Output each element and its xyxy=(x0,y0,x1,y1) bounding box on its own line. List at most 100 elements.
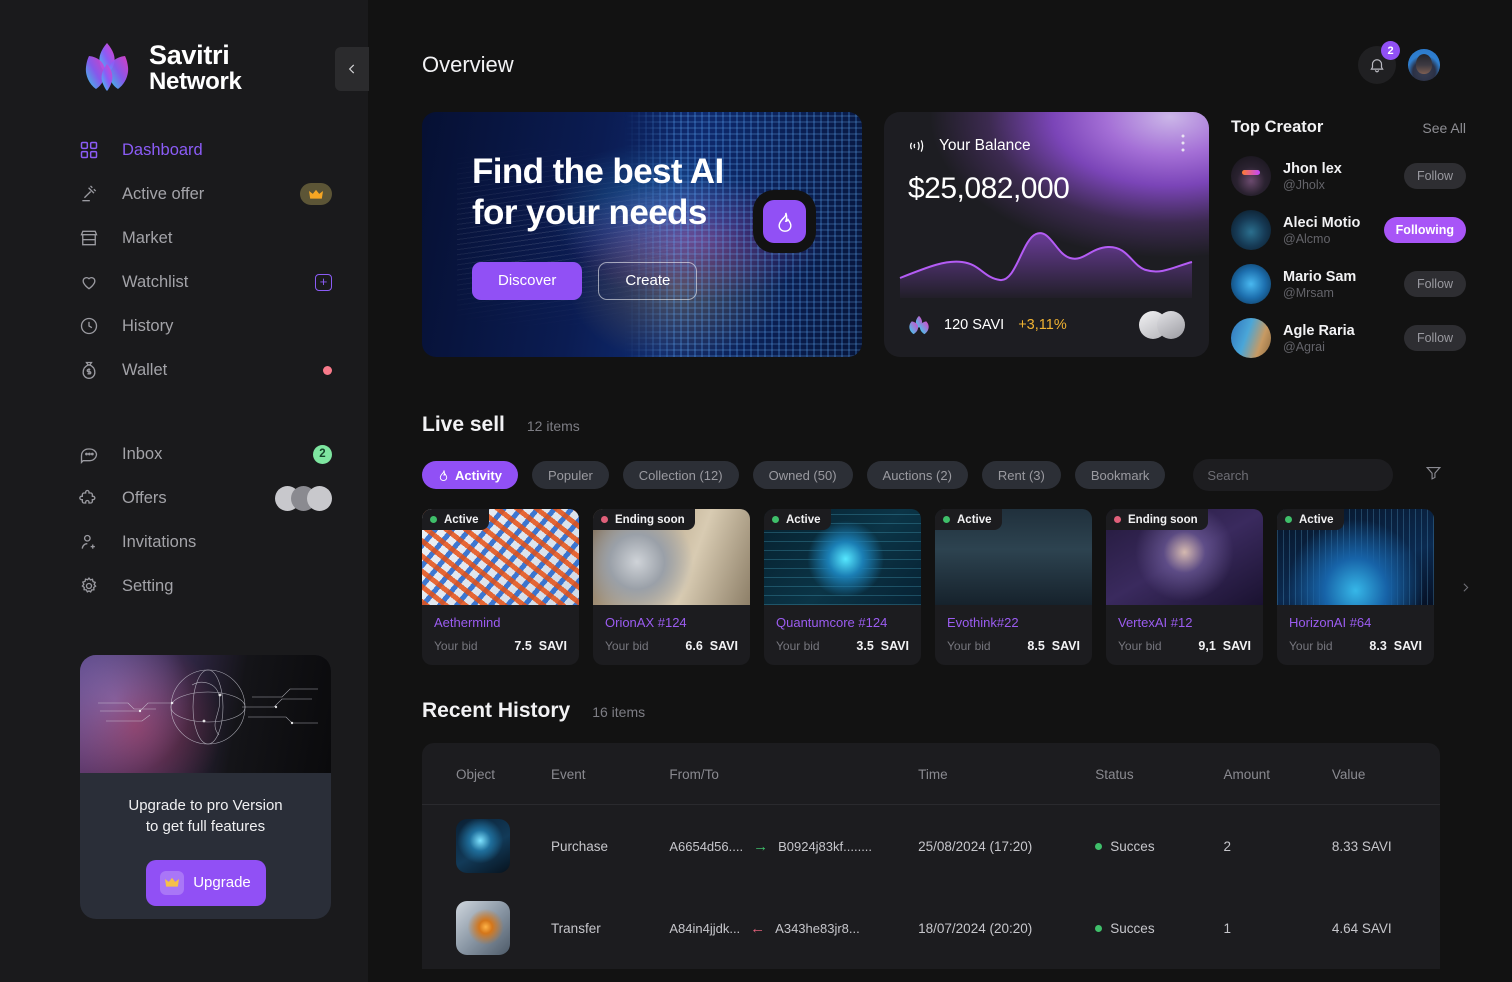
status-dot xyxy=(430,516,437,523)
creator-name: Jhon lex xyxy=(1283,160,1342,177)
status-dot xyxy=(1285,516,1292,523)
nft-thumbnail: Ending soon xyxy=(593,509,750,605)
nft-card[interactable]: Active HorizonAI #64 Your bid 8.3 SAVI xyxy=(1277,509,1434,665)
arrow-left-icon: ← xyxy=(750,919,766,937)
table-row[interactable]: Purchase A6654d56.... → B0924j83kf......… xyxy=(422,805,1440,888)
nft-card[interactable]: Ending soon OrionAX #124 Your bid 6.6 SA… xyxy=(593,509,750,665)
balance-label-group: Your Balance xyxy=(908,137,1031,155)
wallet-alert-dot xyxy=(323,365,332,375)
sidebar-item-offers[interactable]: Offers xyxy=(0,476,368,520)
sidebar-item-market[interactable]: Market xyxy=(0,216,368,260)
row-time: 25/08/2024 (17:20) xyxy=(918,838,1033,854)
column-header-object: Object xyxy=(422,743,551,805)
follow-button[interactable]: Follow xyxy=(1404,271,1466,297)
brand-logo[interactable]: Savitri Network xyxy=(0,0,368,96)
creator-row[interactable]: Agle Raria @Agrai Follow xyxy=(1231,317,1466,359)
sidebar-nav-primary: Dashboard Active offer Market Watchlist … xyxy=(0,128,368,608)
creator-meta: Mario Sam @Mrsam xyxy=(1283,268,1404,300)
status-badge: Active xyxy=(422,509,489,530)
creator-avatar xyxy=(1231,156,1271,196)
bell-icon xyxy=(1370,59,1384,73)
nft-thumbnail: Ending soon xyxy=(1106,509,1263,605)
creator-handle: @Agrai xyxy=(1283,340,1325,355)
sidebar-item-wallet[interactable]: Wallet xyxy=(0,348,368,392)
user-avatar[interactable] xyxy=(1408,49,1440,81)
status-dot xyxy=(1095,924,1103,932)
sidebar-collapse-button[interactable] xyxy=(335,47,369,91)
live-sell-count: 12 items xyxy=(526,418,580,434)
sidebar-label-watchlist: Watchlist xyxy=(122,272,189,291)
nft-bid-unit: SAVI xyxy=(1222,639,1251,653)
status-label: Active xyxy=(957,513,992,526)
search-input[interactable] xyxy=(1207,467,1384,483)
search-box[interactable] xyxy=(1193,459,1394,491)
creator-row[interactable]: Mario Sam @Mrsam Follow xyxy=(1231,263,1466,305)
row-to-address: A343he83jr8... xyxy=(775,920,860,936)
live-sell-filters: Activity Populer Collection (12) Owned (… xyxy=(422,459,1442,491)
sidebar-item-active-offer[interactable]: Active offer xyxy=(0,172,368,216)
status-dot xyxy=(772,516,779,523)
sidebar-label-history: History xyxy=(122,316,174,335)
creator-avatar xyxy=(1231,264,1271,304)
filter-chip-collection[interactable]: Collection (12) xyxy=(622,461,739,489)
filter-chip-auctions[interactable]: Auctions (2) xyxy=(866,461,968,489)
add-watchlist-button[interactable]: + xyxy=(315,273,332,291)
nft-card[interactable]: Active Evothink#22 Your bid 8.5 SAVI xyxy=(935,509,1092,665)
nft-bid-row: Your bid 7.5 SAVI xyxy=(434,639,567,653)
creator-meta: Agle Raria @Agrai xyxy=(1283,322,1404,354)
filter-chip-owned[interactable]: Owned (50) xyxy=(752,461,853,489)
filter-button[interactable] xyxy=(1425,464,1442,486)
nft-card-list: Active Aethermind Your bid 7.5 SAVI Endi… xyxy=(422,509,1468,665)
create-button[interactable]: Create xyxy=(598,261,698,300)
carousel-next-button[interactable] xyxy=(1452,574,1478,600)
crown-icon xyxy=(160,870,185,895)
filter-chip-bookmark[interactable]: Bookmark xyxy=(1074,461,1166,489)
nft-thumbnail: Active xyxy=(764,509,921,605)
follow-button[interactable]: Follow xyxy=(1404,325,1466,351)
grid-icon xyxy=(78,139,100,161)
status-label: Active xyxy=(1299,513,1334,526)
notifications-button[interactable]: 2 xyxy=(1358,41,1400,84)
sidebar-item-history[interactable]: History xyxy=(0,304,368,348)
sidebar-item-dashboard[interactable]: Dashboard xyxy=(0,128,368,172)
sidebar-label-market: Market xyxy=(122,228,173,247)
nft-name: HorizonAI #64 xyxy=(1289,615,1372,630)
nft-bid-row: Your bid 6.6 SAVI xyxy=(605,639,738,653)
nft-card[interactable]: Ending soon VertexAI #12 Your bid 9,1 SA… xyxy=(1106,509,1263,665)
see-all-link[interactable]: See All xyxy=(1422,120,1466,136)
nft-name: Quantumcore #124 xyxy=(776,615,888,630)
table-row[interactable]: Transfer A84in4jjdk... ← A343he83jr8... … xyxy=(422,887,1440,969)
quick-action-fab[interactable] xyxy=(763,200,806,243)
status-dot xyxy=(601,516,608,523)
recent-history-header: Recent History 16 items xyxy=(422,699,1440,723)
filter-chip-populer[interactable]: Populer xyxy=(531,461,609,489)
balance-menu-button[interactable] xyxy=(1181,134,1185,157)
sidebar-item-inbox[interactable]: Inbox 2 xyxy=(0,432,368,476)
filter-chip-activity[interactable]: Activity xyxy=(422,461,518,489)
filter-chip-rent[interactable]: Rent (3) xyxy=(981,461,1061,489)
nft-card[interactable]: Active Aethermind Your bid 7.5 SAVI xyxy=(422,509,579,665)
sidebar-item-setting[interactable]: Setting xyxy=(0,564,368,608)
nft-thumbnail: Active xyxy=(422,509,579,605)
creator-row[interactable]: Aleci Motio @Alcmo Following xyxy=(1231,209,1466,251)
balance-token-amount: 120 SAVI xyxy=(944,317,1005,333)
upgrade-button[interactable]: Upgrade xyxy=(145,859,266,906)
user-plus-icon xyxy=(78,531,100,553)
live-sell-title: Live sell xyxy=(422,413,505,436)
sidebar-item-invitations[interactable]: Invitations xyxy=(0,520,368,564)
chat-icon xyxy=(78,443,100,465)
creator-row[interactable]: Jhon lex @Jholx Follow xyxy=(1231,155,1466,197)
discover-button[interactable]: Discover xyxy=(472,261,583,300)
nft-card[interactable]: Active Quantumcore #124 Your bid 3.5 SAV… xyxy=(764,509,921,665)
sidebar-item-watchlist[interactable]: Watchlist + xyxy=(0,260,368,304)
nft-bid-label: Your bid xyxy=(1118,639,1162,653)
column-header-fromto: From/To xyxy=(669,743,919,805)
live-sell-header: Live sell 12 items xyxy=(422,413,1440,437)
nav-divider-space xyxy=(0,392,368,432)
sidebar-label-wallet: Wallet xyxy=(122,360,168,379)
top-creator-title: Top Creator xyxy=(1231,118,1324,136)
nft-name: Aethermind xyxy=(434,615,501,630)
follow-button[interactable]: Follow xyxy=(1404,163,1466,189)
row-status-cell: Succes xyxy=(1095,887,1223,969)
following-button[interactable]: Following xyxy=(1383,217,1466,243)
